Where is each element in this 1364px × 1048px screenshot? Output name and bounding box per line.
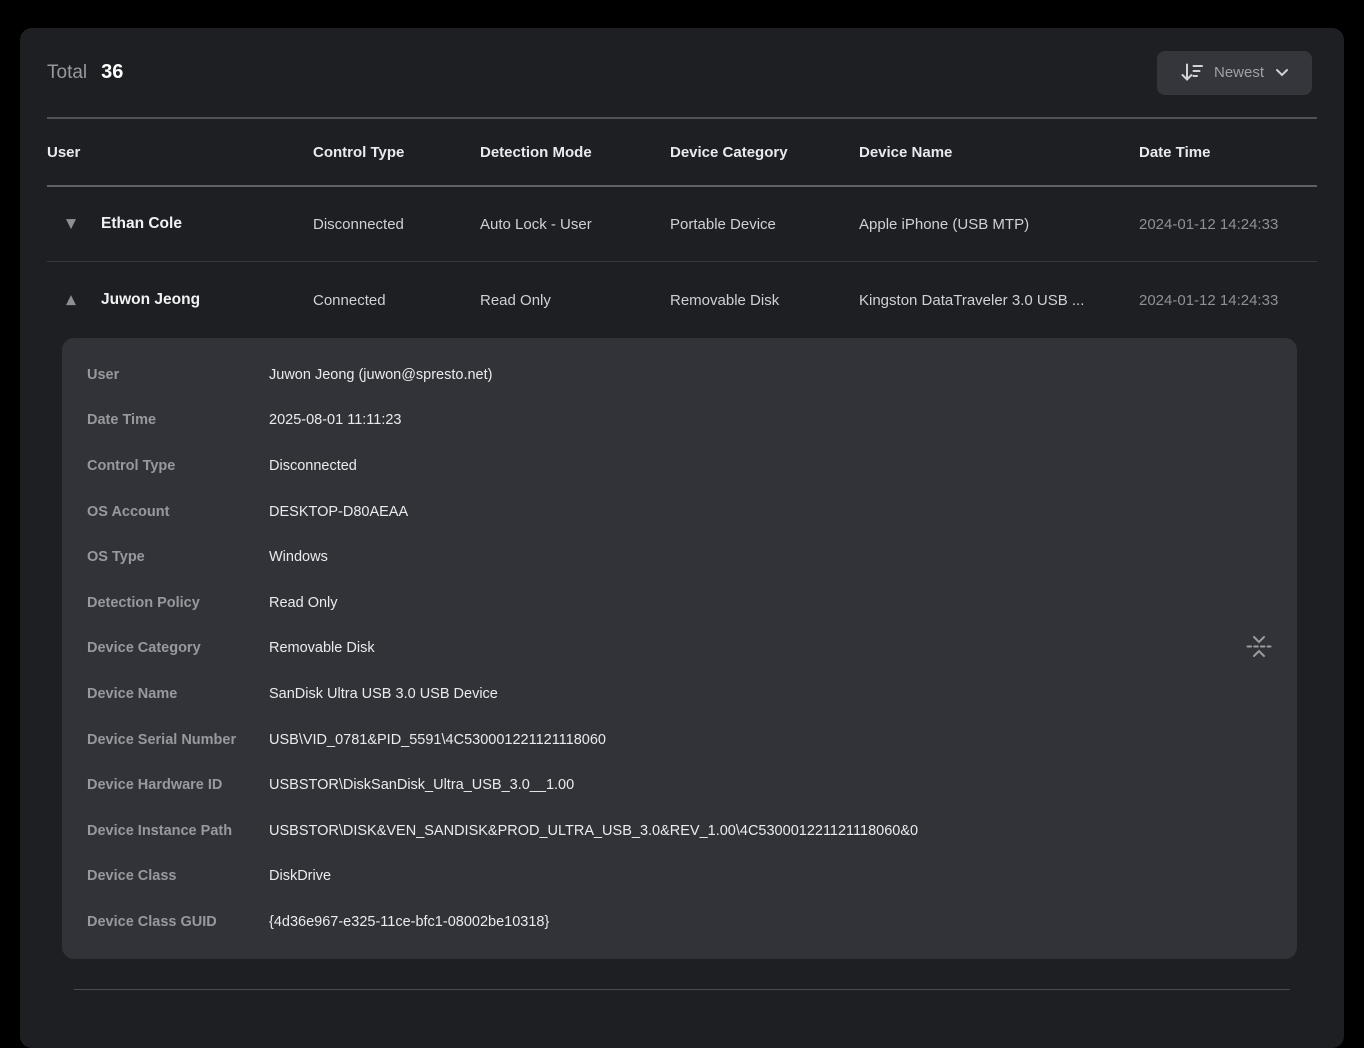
table-body: ▼ Ethan Cole Disconnected Auto Lock - Us…	[47, 187, 1317, 338]
detail-field-value: DESKTOP-D80AEAA	[269, 504, 408, 520]
expander-triangle-icon[interactable]: ▲	[66, 293, 76, 308]
detail-field-value: {4d36e967-e325-11ce-bfc1-08002be10318}	[269, 914, 549, 930]
detail-field-value: USBSTOR\DiskSanDisk_Ultra_USB_3.0__1.00	[269, 777, 574, 793]
collapse-panel-button[interactable]	[1243, 632, 1275, 665]
row-divider	[74, 989, 1290, 990]
detail-field-label: OS Type	[87, 549, 269, 565]
expander-triangle-icon[interactable]: ▼	[66, 217, 76, 232]
device-log-table: User Control Type Detection Mode Device …	[47, 117, 1317, 990]
cell-control-type: Connected	[313, 292, 480, 309]
detail-field-row: Device Category Removable Disk	[62, 626, 1297, 672]
column-header: Date Time	[1139, 144, 1317, 161]
total-label: Total	[47, 62, 87, 84]
detail-field-row: Detection Policy Read Only	[62, 580, 1297, 626]
table-row[interactable]: ▼ Ethan Cole Disconnected Auto Lock - Us…	[47, 187, 1317, 261]
detail-field-row: OS Account DESKTOP-D80AEAA	[62, 489, 1297, 535]
detail-field-row: Control Type Disconnected	[62, 443, 1297, 489]
sort-label: Newest	[1214, 64, 1264, 81]
row-detail-panel: User Juwon Jeong (juwon@spresto.net) Dat…	[62, 338, 1297, 959]
detail-field-label: Device Hardware ID	[87, 777, 269, 793]
cell-device-name: Kingston DataTraveler 3.0 USB ...	[859, 292, 1139, 309]
detail-field-label: User	[87, 367, 269, 383]
total-value: 36	[101, 61, 123, 84]
detail-field-label: Device Serial Number	[87, 732, 269, 748]
table-header-row: User Control Type Detection Mode Device …	[47, 117, 1317, 187]
column-header: Device Name	[859, 144, 1139, 161]
detail-field-row: Device Hardware ID USBSTOR\DiskSanDisk_U…	[62, 762, 1297, 808]
sort-dropdown[interactable]: Newest	[1157, 51, 1312, 95]
detail-field-label: Device Class	[87, 868, 269, 884]
cell-user: Juwon Jeong	[47, 291, 313, 309]
detail-field-row: User Juwon Jeong (juwon@spresto.net)	[62, 352, 1297, 398]
detail-field-label: OS Account	[87, 504, 269, 520]
detail-field-label: Control Type	[87, 458, 269, 474]
detail-field-value: USB\VID_0781&PID_5591\4C5300012211211180…	[269, 732, 606, 748]
device-control-log-card: Total 36 Newest User Control Type	[20, 28, 1344, 1048]
detail-field-label: Date Time	[87, 412, 269, 428]
detail-field-row: Date Time 2025-08-01 11:11:23	[62, 398, 1297, 444]
column-header: User	[47, 144, 313, 161]
detail-field-value: DiskDrive	[269, 868, 331, 884]
sort-descending-icon	[1180, 62, 1203, 83]
cell-device-name: Apple iPhone (USB MTP)	[859, 216, 1139, 233]
detail-field-value: Juwon Jeong (juwon@spresto.net)	[269, 367, 492, 383]
cell-date-time: 2024-01-12 14:24:33	[1139, 216, 1317, 233]
detail-field-row: OS Type Windows	[62, 534, 1297, 580]
detail-field-row: Device Serial Number USB\VID_0781&PID_55…	[62, 717, 1297, 763]
total-count: Total 36	[47, 61, 123, 84]
detail-field-label: Detection Policy	[87, 595, 269, 611]
detail-field-value: SanDisk Ultra USB 3.0 USB Device	[269, 686, 498, 702]
detail-field-value: Disconnected	[269, 458, 357, 474]
cell-device-category: Portable Device	[670, 216, 859, 233]
detail-field-label: Device Instance Path	[87, 823, 269, 839]
cell-device-category: Removable Disk	[670, 292, 859, 309]
detail-field-row: Device Class GUID {4d36e967-e325-11ce-bf…	[62, 899, 1297, 945]
column-header: Detection Mode	[480, 144, 670, 161]
detail-field-value: USBSTOR\DISK&VEN_SANDISK&PROD_ULTRA_USB_…	[269, 823, 918, 839]
collapse-vertical-icon	[1245, 634, 1273, 660]
cell-user: Ethan Cole	[47, 215, 313, 233]
cell-date-time: 2024-01-12 14:24:33	[1139, 292, 1317, 309]
detail-field-value: Windows	[269, 549, 328, 565]
detail-field-value: Removable Disk	[269, 640, 375, 656]
chevron-down-icon	[1275, 68, 1289, 77]
column-header: Control Type	[313, 144, 480, 161]
table-row[interactable]: ▲ Juwon Jeong Connected Read Only Remova…	[47, 261, 1317, 338]
cell-detection-mode: Auto Lock - User	[480, 216, 670, 233]
detail-field-label: Device Category	[87, 640, 269, 656]
column-header: Device Category	[670, 144, 859, 161]
detail-field-row: Device Name SanDisk Ultra USB 3.0 USB De…	[62, 671, 1297, 717]
toolbar: Total 36 Newest	[20, 28, 1344, 117]
cell-control-type: Disconnected	[313, 216, 480, 233]
detail-field-row: Device Class DiskDrive	[62, 854, 1297, 900]
detail-field-value: Read Only	[269, 595, 338, 611]
detail-fields: User Juwon Jeong (juwon@spresto.net) Dat…	[62, 352, 1297, 945]
detail-field-label: Device Class GUID	[87, 914, 269, 930]
detail-field-label: Device Name	[87, 686, 269, 702]
detail-field-row: Device Instance Path USBSTOR\DISK&VEN_SA…	[62, 808, 1297, 854]
detail-field-value: 2025-08-01 11:11:23	[269, 412, 402, 428]
cell-detection-mode: Read Only	[480, 292, 670, 309]
